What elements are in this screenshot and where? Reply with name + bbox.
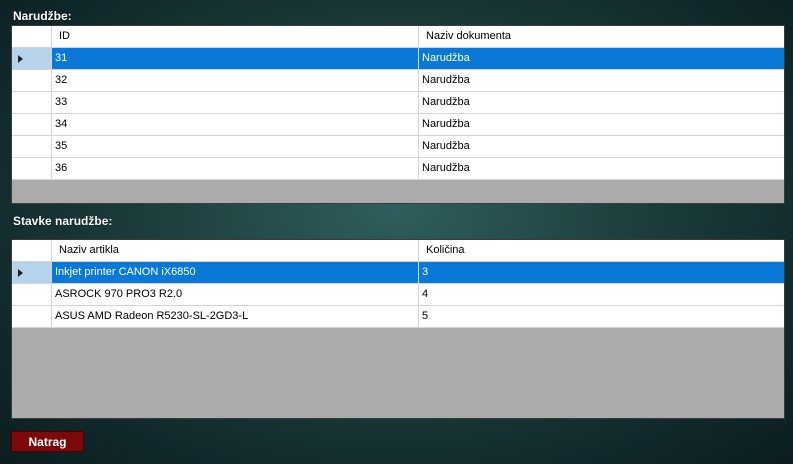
row-pointer-icon: [18, 269, 23, 277]
orders-grid-header: ID Naziv dokumenta: [12, 26, 784, 48]
orders-cell-id[interactable]: 32: [52, 70, 419, 92]
items-cell-qty[interactable]: 5: [419, 306, 784, 328]
orders-row[interactable]: 35 Narudžba: [12, 136, 784, 158]
items-cell-name[interactable]: ASUS AMD Radeon R5230-SL-2GD3-L: [52, 306, 419, 328]
items-col-name-header[interactable]: Naziv artikla: [52, 240, 419, 262]
row-pointer-icon: [18, 55, 23, 63]
orders-cell-name[interactable]: Narudžba: [419, 114, 784, 136]
items-col-qty-header[interactable]: Količina: [419, 240, 784, 262]
items-cell-name[interactable]: Inkjet printer CANON iX6850: [52, 262, 419, 284]
items-row-header[interactable]: [12, 262, 52, 284]
orders-row-header[interactable]: [12, 70, 52, 92]
orders-col-name-header[interactable]: Naziv dokumenta: [419, 26, 784, 48]
items-row-header[interactable]: [12, 306, 52, 328]
orders-cell-name[interactable]: Narudžba: [419, 158, 784, 180]
orders-row[interactable]: 34 Narudžba: [12, 114, 784, 136]
items-grid[interactable]: Naziv artikla Količina Inkjet printer CA…: [11, 239, 785, 419]
orders-cell-id[interactable]: 31: [52, 48, 419, 70]
back-button[interactable]: Natrag: [11, 431, 84, 452]
orders-header-corner: [12, 26, 52, 48]
items-row[interactable]: ASUS AMD Radeon R5230-SL-2GD3-L 5: [12, 306, 784, 328]
orders-cell-name[interactable]: Narudžba: [419, 136, 784, 158]
items-row[interactable]: Inkjet printer CANON iX6850 3: [12, 262, 784, 284]
orders-row[interactable]: 31 Narudžba: [12, 48, 784, 70]
orders-cell-name[interactable]: Narudžba: [419, 70, 784, 92]
orders-label: Narudžbe:: [13, 9, 72, 23]
orders-row[interactable]: 33 Narudžba: [12, 92, 784, 114]
orders-cell-id[interactable]: 33: [52, 92, 419, 114]
orders-cell-name[interactable]: Narudžba: [419, 48, 784, 70]
orders-cell-name[interactable]: Narudžba: [419, 92, 784, 114]
orders-row-header[interactable]: [12, 92, 52, 114]
orders-row[interactable]: 32 Narudžba: [12, 70, 784, 92]
orders-row-header[interactable]: [12, 158, 52, 180]
orders-grid[interactable]: ID Naziv dokumenta 31 Narudžba 32 Narudž…: [11, 25, 785, 204]
orders-cell-id[interactable]: 34: [52, 114, 419, 136]
items-cell-name[interactable]: ASROCK 970 PRO3 R2.0: [52, 284, 419, 306]
orders-row-header[interactable]: [12, 48, 52, 70]
orders-row-header[interactable]: [12, 114, 52, 136]
items-row[interactable]: ASROCK 970 PRO3 R2.0 4: [12, 284, 784, 306]
items-cell-qty[interactable]: 3: [419, 262, 784, 284]
orders-cell-id[interactable]: 35: [52, 136, 419, 158]
orders-cell-id[interactable]: 36: [52, 158, 419, 180]
items-cell-qty[interactable]: 4: [419, 284, 784, 306]
items-grid-header: Naziv artikla Količina: [12, 240, 784, 262]
orders-col-id-header[interactable]: ID: [52, 26, 419, 48]
items-row-header[interactable]: [12, 284, 52, 306]
items-label: Stavke narudžbe:: [13, 214, 113, 228]
orders-row[interactable]: 36 Narudžba: [12, 158, 784, 180]
orders-row-header[interactable]: [12, 136, 52, 158]
items-header-corner: [12, 240, 52, 262]
